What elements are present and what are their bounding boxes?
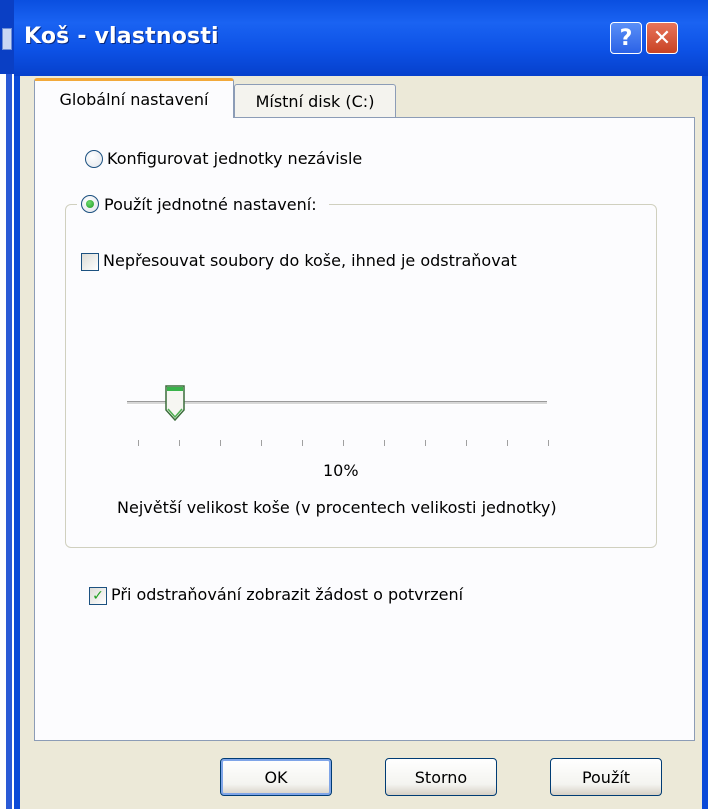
tab-panel: Konfigurovat jednotky nezávisle Použít j…	[34, 117, 695, 741]
slider-caption: Největší velikost koše (v procentech vel…	[117, 498, 557, 517]
background-window-border	[6, 74, 12, 809]
recycle-bin-properties-dialog: Koš - vlastnosti ? ✕ Globální nastavení …	[14, 0, 708, 809]
close-icon: ✕	[652, 25, 672, 51]
use-uniform-radio[interactable]	[81, 195, 99, 213]
slider-tick	[220, 440, 221, 446]
configure-independently-radio[interactable]	[85, 150, 103, 168]
ok-button-label: OK	[264, 767, 288, 787]
slider-tick	[548, 440, 549, 446]
slider-tick	[302, 440, 303, 446]
configure-independently-label[interactable]: Konfigurovat jednotky nezávisle	[107, 149, 362, 168]
cancel-button-label: Storno	[414, 767, 468, 787]
tab-global-settings[interactable]: Globální nastavení	[34, 78, 234, 118]
help-button[interactable]: ?	[610, 22, 642, 54]
recycle-bin-size-slider-track[interactable]	[127, 401, 547, 405]
delete-immediately-label[interactable]: Nepřesouvat soubory do koše, ihned je od…	[103, 251, 517, 270]
help-icon: ?	[619, 25, 633, 51]
background-window-edge	[0, 0, 14, 809]
slider-tick	[343, 440, 344, 446]
apply-button-label: Použít	[581, 767, 631, 787]
ok-button[interactable]: OK	[220, 758, 332, 796]
checkmark-icon: ✓	[92, 588, 104, 604]
slider-tick	[138, 440, 139, 446]
slider-tick	[507, 440, 508, 446]
slider-tick	[425, 440, 426, 446]
title-bar[interactable]: Koš - vlastnosti ? ✕	[14, 0, 708, 76]
apply-button[interactable]: Použít	[550, 758, 662, 796]
window-title: Koš - vlastnosti	[24, 24, 219, 49]
dialog-client-area: Globální nastavení Místní disk (C:) Konf…	[20, 76, 702, 809]
slider-tick	[384, 440, 385, 446]
tab-label: Místní disk (C:)	[255, 92, 375, 111]
background-window-button	[2, 28, 12, 50]
cancel-button[interactable]: Storno	[385, 758, 497, 796]
slider-value-label: 10%	[323, 461, 359, 480]
slider-tick	[179, 440, 180, 446]
slider-tick	[261, 440, 262, 446]
tab-local-disk-c[interactable]: Místní disk (C:)	[234, 84, 396, 118]
close-button[interactable]: ✕	[646, 22, 678, 54]
use-uniform-label[interactable]: Použít jednotné nastavení:	[104, 195, 317, 214]
tab-label: Globální nastavení	[59, 90, 209, 109]
confirm-delete-checkbox[interactable]: ✓	[89, 587, 107, 605]
recycle-bin-size-slider-thumb[interactable]	[164, 384, 186, 422]
slider-tick	[466, 440, 467, 446]
delete-immediately-checkbox[interactable]	[81, 253, 99, 271]
confirm-delete-label[interactable]: Při odstraňování zobrazit žádost o potvr…	[111, 585, 463, 604]
use-uniform-legend: Použít jednotné nastavení:	[77, 192, 329, 216]
